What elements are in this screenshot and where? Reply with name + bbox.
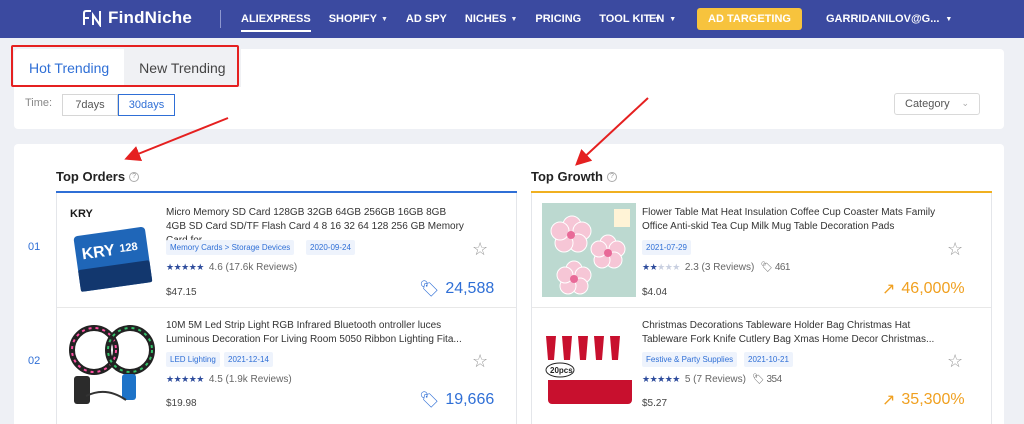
chevron-down-icon: ▼ [669, 15, 677, 23]
time-label: Time: [25, 97, 53, 109]
tag-icon: 🏷 [760, 262, 773, 273]
category-select-value: Category [905, 98, 950, 110]
time-option-7days[interactable]: 7days [62, 94, 118, 116]
category-tag[interactable]: Festive & Party Supplies [642, 352, 738, 367]
row-divider [532, 307, 991, 308]
date-tag: 2021-07-29 [642, 240, 691, 255]
top-growth-title: Top Growth? [531, 169, 617, 184]
rank-number: 01 [28, 241, 41, 253]
orders-count: 🏷 24,588 [419, 280, 495, 298]
star-favorite-icon[interactable]: ☆ [472, 239, 488, 260]
tabs-highlight-box [11, 45, 239, 87]
product-image[interactable]: KRY KRY 128 [66, 203, 160, 297]
category-tag[interactable]: Memory Cards > Storage Devices [166, 240, 295, 255]
main-nav: ALIEXPRESS SHOPIFY ▼ AD SPY NICHES ▼ PRICI… [241, 0, 679, 38]
growth-rate: ↗ 35,300% [882, 391, 965, 409]
chevron-down-icon: ▼ [510, 15, 518, 23]
date-tag: 2021-12-14 [224, 352, 273, 367]
category-tag[interactable]: LED Lighting [166, 352, 220, 367]
time-option-30days[interactable]: 30days [118, 94, 175, 116]
product-title[interactable]: Flower Table Mat Heat Insulation Coffee … [642, 206, 942, 234]
brand-name: FindNiche [108, 8, 192, 27]
top-nav-bar: FindNiche ALIEXPRESS SHOPIFY ▼ AD SPY NIC… [0, 0, 1024, 38]
chevron-down-icon: ▼ [380, 15, 388, 23]
ad-targeting-button[interactable]: AD TARGETING [697, 8, 802, 30]
product-image[interactable] [542, 203, 636, 297]
nav-divider [220, 10, 221, 28]
sold-count: 354 [766, 374, 782, 385]
info-icon[interactable]: ? [129, 171, 140, 182]
tag-icon: 🏷 [419, 281, 440, 298]
product-price: $5.27 [642, 398, 668, 409]
nav-item-pricing[interactable]: PRICING [535, 0, 581, 38]
product-image[interactable] [66, 316, 160, 410]
sold-count: 461 [774, 262, 791, 273]
star-favorite-icon[interactable]: ☆ [947, 239, 963, 260]
star-favorite-icon[interactable]: ☆ [472, 351, 488, 372]
growth-rate: ↗ 46,000% [882, 280, 965, 298]
product-image[interactable]: 20pcs [542, 316, 636, 410]
rating-text: 4.6 (17.6k Reviews) [208, 262, 298, 273]
orders-count: 🏷 19,666 [419, 391, 495, 409]
rating-text: 4.5 (1.9k Reviews) [208, 374, 292, 385]
chevron-down-icon: ⌄ [961, 98, 969, 108]
info-icon[interactable]: ? [606, 171, 617, 182]
product-title[interactable]: Christmas Decorations Tableware Holder B… [642, 319, 942, 347]
date-tag: 2021-10-21 [744, 352, 793, 367]
trend-up-icon: ↗ [882, 281, 896, 298]
nav-item-shopify[interactable]: SHOPIFY ▼ [329, 0, 388, 38]
nav-item-aliexpress[interactable]: ALIEXPRESS [241, 0, 311, 38]
row-divider [57, 307, 516, 308]
nav-item-ad-spy[interactable]: AD SPY [406, 0, 447, 38]
language-selector[interactable]: EN ▼ [649, 0, 676, 38]
rating-stars: ★★★★★ 4.6 (17.6k Reviews) [166, 262, 298, 273]
category-select[interactable]: Category ⌄ [894, 93, 980, 115]
product-title[interactable]: 10M 5M Led Strip Light RGB Infrared Blue… [166, 319, 466, 347]
date-tag: 2020-09-24 [306, 240, 355, 255]
brand-logo[interactable]: FindNiche [82, 8, 192, 28]
svg-text:KRY: KRY [70, 208, 93, 220]
rating-stars: ★★★★★ 4.5 (1.9k Reviews) [166, 374, 292, 385]
user-menu[interactable]: GARRIDANILOV@G... ▼ [826, 0, 952, 38]
svg-text:20pcs: 20pcs [550, 366, 573, 375]
top-orders-title: Top Orders? [56, 169, 140, 184]
product-price: $4.04 [642, 287, 668, 298]
rating-text: 2.3 (3 Reviews) [684, 262, 755, 273]
svg-text:128: 128 [119, 241, 139, 255]
nav-item-niches[interactable]: NICHES ▼ [465, 0, 518, 38]
product-price: $19.98 [166, 398, 197, 409]
chevron-down-icon: ▼ [945, 15, 953, 23]
rating-stars: ★★★★★ 2.3 (3 Reviews) 🏷 461 [642, 262, 791, 273]
rating-text: 5 (7 Reviews) [684, 374, 746, 385]
tag-icon: 🏷 [751, 374, 765, 385]
tag-icon: 🏷 [419, 392, 440, 409]
trend-up-icon: ↗ [882, 392, 896, 409]
star-favorite-icon[interactable]: ☆ [947, 351, 963, 372]
rating-stars: ★★★★★ 5 (7 Reviews) 🏷 354 [642, 374, 782, 385]
findniche-logo-icon [82, 9, 102, 27]
rank-number: 02 [28, 355, 41, 367]
product-price: $47.15 [166, 287, 197, 298]
